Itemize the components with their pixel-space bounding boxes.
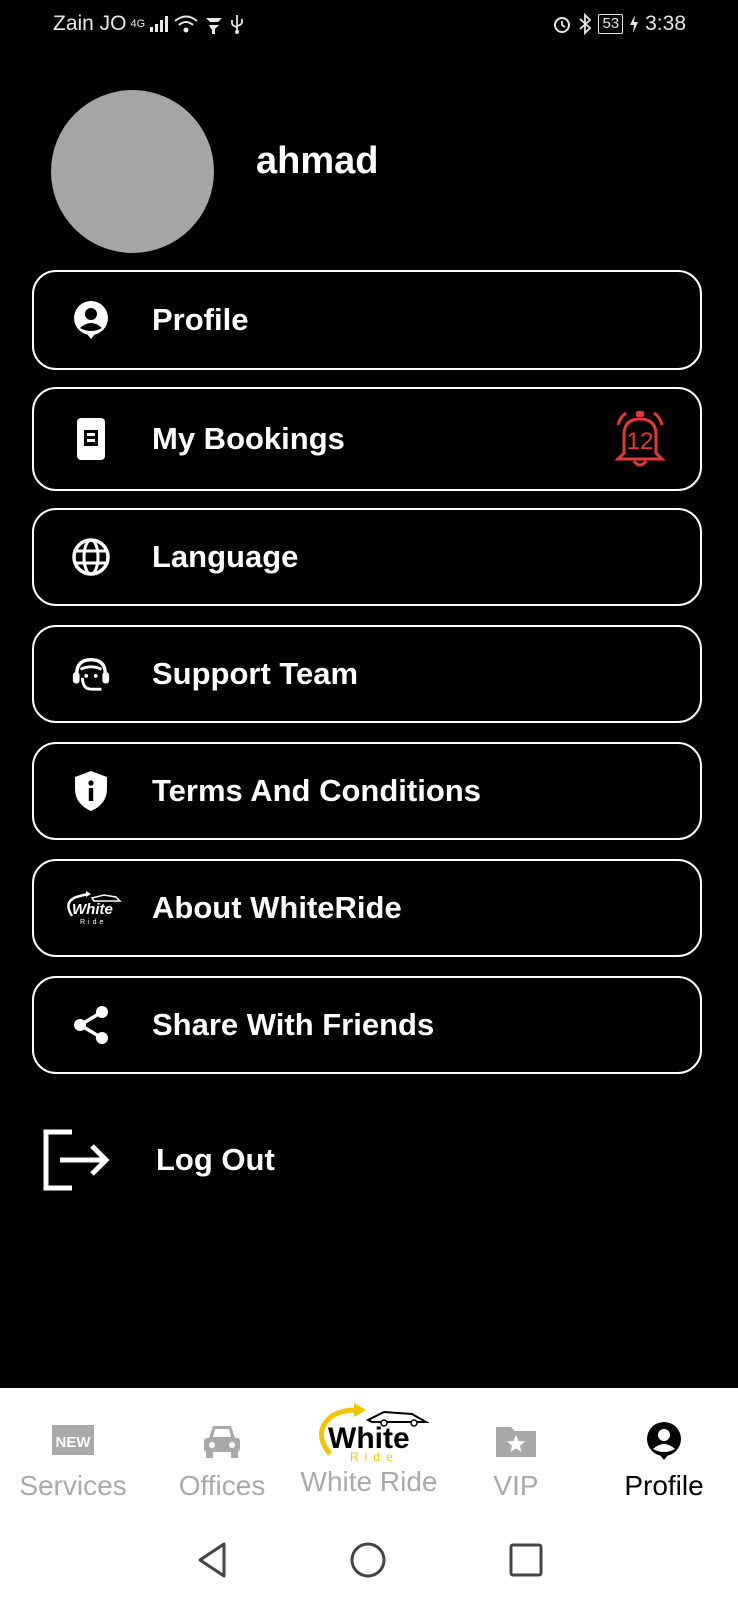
nav-offices[interactable]: Offices bbox=[160, 1388, 284, 1522]
nav-label: Services bbox=[19, 1470, 127, 1501]
clock: 3:38 bbox=[645, 12, 686, 35]
bottom-nav: NEW Services Offices White Ride White Ri… bbox=[0, 1388, 738, 1522]
nav-label: Profile bbox=[624, 1470, 704, 1501]
notification-bell-badge[interactable]: 12 bbox=[610, 407, 670, 471]
menu-item-about-whiteride[interactable]: White Ride About WhiteRide bbox=[32, 859, 702, 957]
menu-label: My Bookings bbox=[152, 421, 345, 456]
logout-label: Log Out bbox=[156, 1142, 275, 1177]
user-circle-icon bbox=[71, 300, 111, 340]
menu-label: Terms And Conditions bbox=[152, 773, 481, 808]
menu-label: About WhiteRide bbox=[152, 890, 402, 925]
wifi-icon bbox=[173, 14, 199, 34]
menu-item-language[interactable]: Language bbox=[32, 508, 702, 606]
menu-label: Language bbox=[152, 539, 299, 574]
logo-subtext: Ride bbox=[350, 1450, 399, 1464]
booking-card-icon bbox=[71, 418, 111, 460]
nav-label: VIP bbox=[493, 1470, 539, 1501]
user-circle-icon bbox=[644, 1418, 684, 1464]
menu-item-profile[interactable]: Profile bbox=[32, 270, 702, 370]
shield-info-icon bbox=[71, 771, 111, 811]
nav-label: White Ride bbox=[300, 1466, 438, 1497]
car-icon bbox=[201, 1418, 243, 1464]
new-badge-icon: NEW bbox=[51, 1418, 95, 1464]
avatar[interactable] bbox=[51, 90, 214, 253]
menu-label: Share With Friends bbox=[152, 1007, 435, 1042]
menu-item-terms[interactable]: Terms And Conditions bbox=[32, 742, 702, 840]
menu-item-share[interactable]: Share With Friends bbox=[32, 976, 702, 1074]
charging-icon bbox=[629, 15, 639, 33]
status-bar-right: 53 3:38 bbox=[552, 12, 686, 36]
share-icon bbox=[71, 1005, 111, 1045]
home-icon[interactable] bbox=[348, 1540, 388, 1580]
bluetooth-icon bbox=[578, 13, 592, 35]
alarm-icon bbox=[552, 14, 572, 34]
system-nav-bar bbox=[0, 1522, 738, 1600]
globe-icon bbox=[71, 537, 111, 577]
status-bar: Zain JO 4G 53 3:38 bbox=[0, 0, 738, 50]
nav-vip[interactable]: VIP bbox=[466, 1388, 566, 1522]
network-type: 4G bbox=[130, 18, 146, 30]
status-bar-left: Zain JO 4G bbox=[53, 12, 245, 36]
usb-icon bbox=[229, 14, 245, 34]
star-folder-icon bbox=[495, 1418, 537, 1464]
menu-item-support-team[interactable]: Support Team bbox=[32, 625, 702, 723]
logout-button[interactable]: Log Out bbox=[42, 1128, 362, 1192]
nav-white-ride[interactable]: White Ride White Ride bbox=[290, 1388, 448, 1522]
logo-subtext: Ride bbox=[80, 919, 106, 926]
new-badge-text: NEW bbox=[56, 1434, 92, 1451]
headset-icon bbox=[71, 654, 111, 694]
user-name: ahmad bbox=[256, 140, 379, 182]
recents-icon[interactable] bbox=[506, 1540, 546, 1580]
nav-profile[interactable]: Profile bbox=[606, 1388, 722, 1522]
whiteride-logo-icon: White Ride bbox=[60, 888, 124, 928]
carrier-name: Zain JO bbox=[53, 12, 127, 35]
logo-text: White bbox=[72, 901, 113, 918]
booking-count: 12 bbox=[627, 428, 654, 455]
menu-label: Profile bbox=[152, 302, 249, 337]
data-transfer-icon bbox=[203, 14, 225, 34]
nav-label: Offices bbox=[178, 1470, 266, 1501]
menu-item-my-bookings[interactable]: My Bookings 12 bbox=[32, 387, 702, 491]
menu-label: Support Team bbox=[152, 656, 359, 691]
logout-icon bbox=[42, 1128, 112, 1192]
signal-icon bbox=[149, 16, 169, 32]
whiteride-logo-icon: White Ride bbox=[308, 1402, 430, 1464]
nav-services[interactable]: NEW Services bbox=[8, 1388, 138, 1522]
back-icon[interactable] bbox=[192, 1540, 232, 1580]
battery-level: 53 bbox=[598, 14, 624, 34]
